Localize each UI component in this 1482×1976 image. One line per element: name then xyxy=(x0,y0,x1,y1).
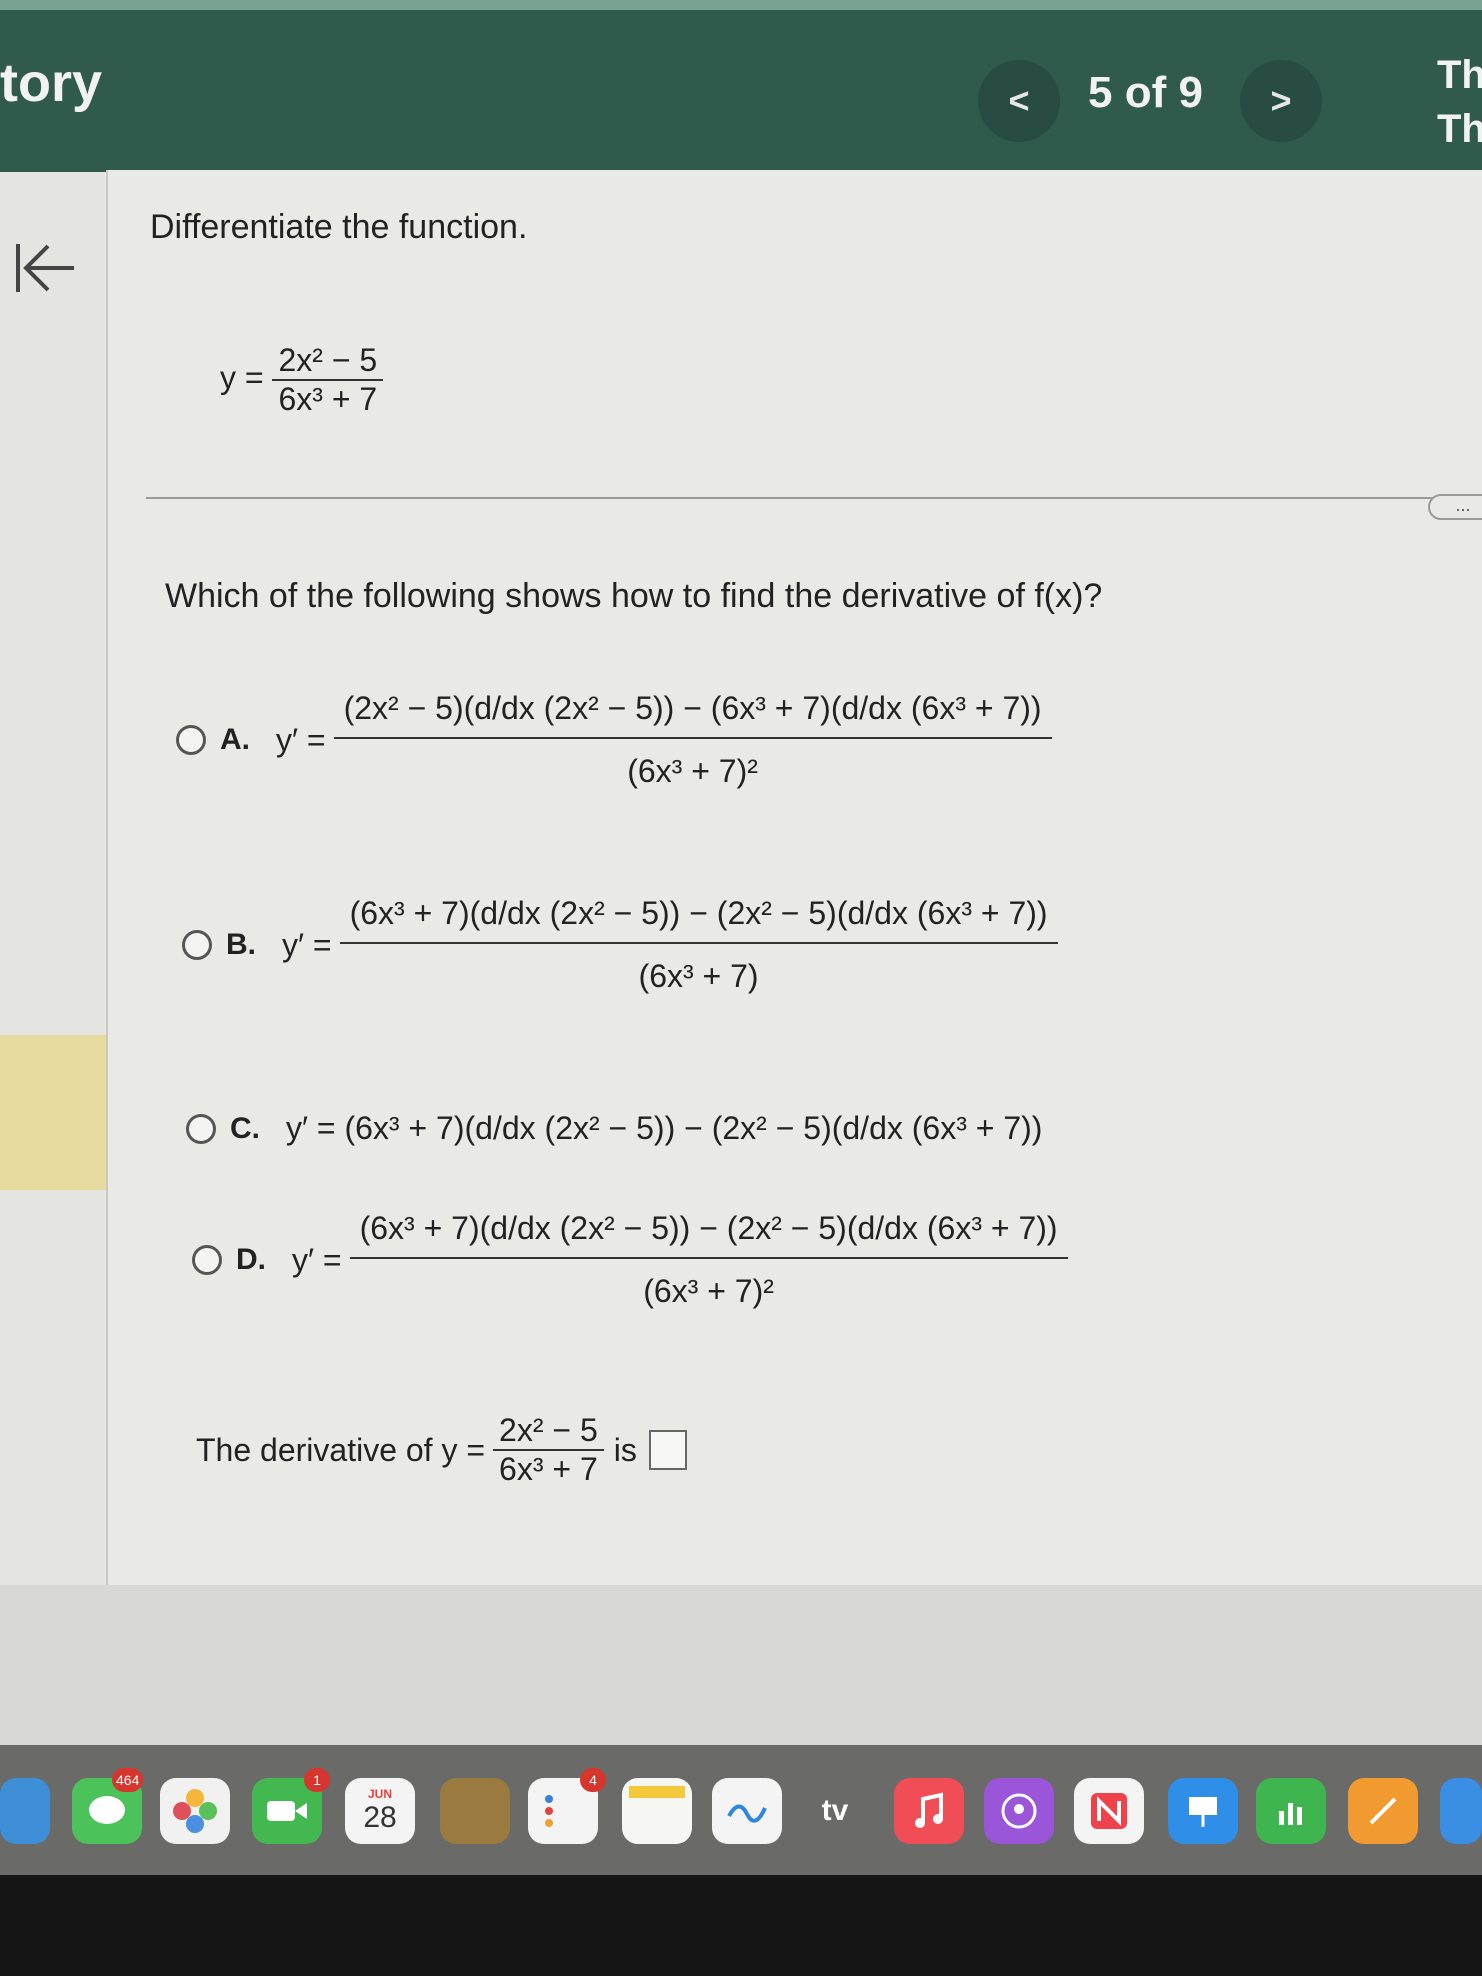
option-c-letter: C. xyxy=(230,1111,260,1145)
option-a-letter: A. xyxy=(220,723,250,756)
numbers-icon[interactable] xyxy=(1256,1778,1326,1844)
top-accent-strip xyxy=(0,0,1482,10)
answer-line: The derivative of y = 2x² − 5 6x³ + 7 is xyxy=(196,1412,687,1488)
news-icon[interactable] xyxy=(1074,1778,1144,1844)
radio-c[interactable] xyxy=(186,1113,216,1144)
option-b-denominator: (6x³ + 7) xyxy=(638,958,759,994)
tv-label: tv xyxy=(821,1794,849,1827)
option-b-letter: B. xyxy=(226,928,256,961)
calendar-icon[interactable]: JUN 28 xyxy=(345,1778,415,1844)
instruction-text: Differentiate the function. xyxy=(150,208,528,246)
reminders-badge: 4 xyxy=(580,1768,606,1792)
option-d-lhs: y′ = xyxy=(292,1241,342,1278)
right-title: Th Th xyxy=(1437,53,1482,151)
answer-denominator: 6x³ + 7 xyxy=(499,1451,598,1487)
more-button[interactable]: ... xyxy=(1428,494,1482,520)
function-fraction: 2x² − 5 6x³ + 7 xyxy=(272,342,384,418)
question-counter: 5 of 9 xyxy=(1088,68,1203,117)
music-icon[interactable] xyxy=(894,1778,964,1844)
freeform-icon[interactable] xyxy=(712,1778,782,1844)
monitor-bezel xyxy=(0,1875,1482,1976)
finder-icon[interactable] xyxy=(0,1778,50,1844)
answer-fraction: 2x² − 5 6x³ + 7 xyxy=(493,1412,604,1488)
photos-icon[interactable] xyxy=(160,1778,230,1844)
pages-icon[interactable] xyxy=(1348,1778,1418,1844)
answer-input[interactable] xyxy=(648,1430,687,1470)
question-text: Which of the following shows how to find… xyxy=(165,577,1103,615)
function-lhs: y = xyxy=(220,359,264,396)
option-d[interactable]: D. y′ = (6x³ + 7)(d/dx (2x² − 5)) − (2x²… xyxy=(192,1210,1068,1310)
calendar-day: 28 xyxy=(363,1801,397,1834)
keynote-icon[interactable] xyxy=(1168,1778,1238,1844)
radio-b[interactable] xyxy=(182,930,212,960)
option-a-lhs: y′ = xyxy=(276,721,326,758)
collapse-left-icon[interactable] xyxy=(12,240,78,301)
radio-a[interactable] xyxy=(176,725,206,755)
app-title: tory xyxy=(0,53,103,113)
option-c-expression: y′ = (6x³ + 7)(d/dx (2x² − 5)) − (2x² − … xyxy=(286,1110,1043,1146)
section-divider xyxy=(146,497,1446,499)
function-numerator: 2x² − 5 xyxy=(272,342,384,381)
function-equation: y = 2x² − 5 6x³ + 7 xyxy=(220,342,384,418)
app-store-icon[interactable] xyxy=(1440,1778,1482,1844)
next-button[interactable]: > xyxy=(1240,60,1322,142)
notes-icon[interactable] xyxy=(622,1778,692,1844)
option-a[interactable]: A. y′ = (2x² − 5)(d/dx (2x² − 5)) − (6x³… xyxy=(176,690,1052,790)
function-denominator: 6x³ + 7 xyxy=(278,381,378,417)
option-b-numerator: (6x³ + 7)(d/dx (2x² − 5)) − (2x² − 5)(d/… xyxy=(339,895,1058,944)
answer-prefix: The derivative of y = xyxy=(196,1431,486,1468)
option-a-numerator: (2x² − 5)(d/dx (2x² − 5)) − (6x³ + 7)(d/… xyxy=(333,690,1052,739)
option-a-denominator: (6x³ + 7)² xyxy=(627,753,758,789)
contacts-icon[interactable] xyxy=(440,1778,510,1844)
messages-badge: 464 xyxy=(112,1768,144,1792)
option-d-fraction: (6x³ + 7)(d/dx (2x² − 5)) − (2x² − 5)(d/… xyxy=(349,1210,1068,1310)
answer-suffix: is xyxy=(613,1431,637,1468)
option-b[interactable]: B. y′ = (6x³ + 7)(d/dx (2x² − 5)) − (2x²… xyxy=(182,895,1058,995)
option-d-numerator: (6x³ + 7)(d/dx (2x² − 5)) − (2x² − 5)(d/… xyxy=(349,1210,1068,1259)
option-a-fraction: (2x² − 5)(d/dx (2x² − 5)) − (6x³ + 7)(d/… xyxy=(333,690,1052,790)
option-b-lhs: y′ = xyxy=(282,926,332,963)
facetime-badge: 1 xyxy=(304,1768,330,1792)
previous-button[interactable]: < xyxy=(978,60,1060,142)
page-bottom xyxy=(0,1585,1482,1745)
apple-tv-icon[interactable]: tv xyxy=(800,1778,870,1844)
answer-numerator: 2x² − 5 xyxy=(493,1412,604,1451)
left-rail xyxy=(0,172,110,1592)
radio-d[interactable] xyxy=(192,1245,222,1275)
option-b-fraction: (6x³ + 7)(d/dx (2x² − 5)) − (2x² − 5)(d/… xyxy=(339,895,1058,995)
calendar-month: JUN xyxy=(367,1787,392,1801)
option-d-denominator: (6x³ + 7)² xyxy=(643,1273,774,1309)
podcasts-icon[interactable] xyxy=(984,1778,1054,1844)
option-c[interactable]: C. y′ = (6x³ + 7)(d/dx (2x² − 5)) − (2x²… xyxy=(186,1110,1042,1147)
option-d-letter: D. xyxy=(236,1243,266,1276)
